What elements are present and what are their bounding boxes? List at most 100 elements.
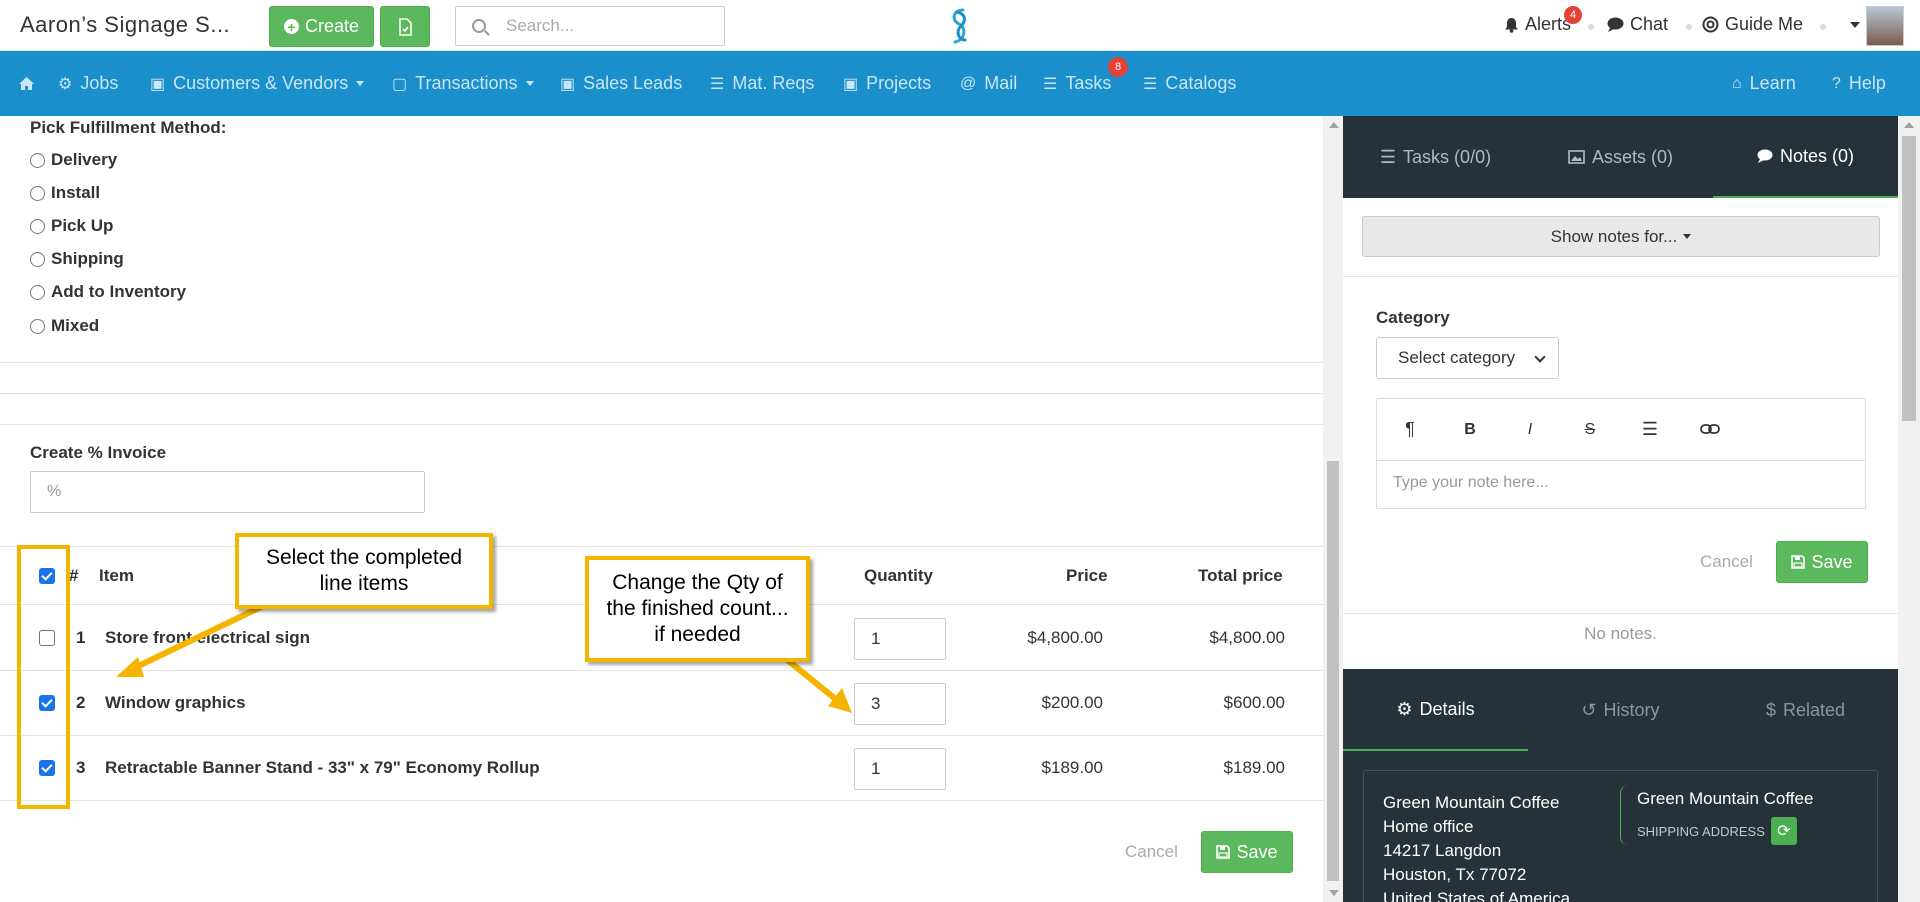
main-scrollbar[interactable] xyxy=(1323,116,1343,902)
nav-home[interactable] xyxy=(18,51,35,116)
create-label: Create xyxy=(304,16,360,36)
nav-projects-label: Projects xyxy=(866,73,932,93)
floppy-disk-icon xyxy=(1216,845,1231,859)
tab-details-label: Details xyxy=(1419,698,1475,719)
tasks-icon: ☰ xyxy=(1379,146,1397,167)
nav-mat-reqs[interactable]: ☰ Mat. Reqs xyxy=(710,51,814,116)
arrow-to-checkbox xyxy=(126,602,267,674)
category-label: Category xyxy=(1376,308,1450,327)
nav-transactions-label: Transactions xyxy=(415,73,518,93)
note-save-button[interactable]: Save xyxy=(1776,541,1868,583)
scroll-up-arrow-icon[interactable] xyxy=(1904,122,1914,128)
nav-transactions[interactable]: ▢ Transactions xyxy=(392,51,534,116)
tasks-count-badge: 8 xyxy=(1108,57,1128,77)
nav-help[interactable]: ? Help xyxy=(1832,51,1886,116)
scroll-down-arrow-icon[interactable] xyxy=(1329,890,1339,896)
category-select-value: Select category xyxy=(1398,348,1516,367)
plus-circle-icon: + xyxy=(283,19,299,34)
nav-catalogs[interactable]: ☰ Catalogs xyxy=(1143,51,1236,116)
note-cancel-button[interactable]: Cancel xyxy=(1700,552,1753,572)
user-menu-caret-icon[interactable] xyxy=(1850,22,1860,28)
show-notes-label: Show notes for... xyxy=(1550,226,1678,246)
category-select[interactable]: Select category xyxy=(1376,337,1559,379)
image-icon xyxy=(1568,150,1585,164)
search-icon xyxy=(472,19,486,33)
guide-me-menu[interactable]: Guide Me xyxy=(1702,14,1803,35)
italic-icon[interactable]: I xyxy=(1518,421,1542,439)
lifebuoy-icon xyxy=(1702,16,1719,33)
brand-logo[interactable] xyxy=(945,6,975,46)
side-panel-scrollbar[interactable] xyxy=(1898,116,1920,902)
shipping-address-row: SHIPPING ADDRESS ⟳ xyxy=(1637,817,1860,845)
history-icon: ↺ xyxy=(1581,699,1597,720)
separator-dot xyxy=(1588,24,1594,30)
briefcase-icon: ▣ xyxy=(150,75,166,93)
nav-mail[interactable]: @ Mail xyxy=(960,51,1017,116)
create-button[interactable]: + Create xyxy=(269,6,374,47)
nav-sales-leads[interactable]: ▣ Sales Leads xyxy=(560,51,682,116)
note-save-label: Save xyxy=(1811,551,1853,572)
tab-assets[interactable]: Assets (0) xyxy=(1528,116,1713,198)
nav-tasks[interactable]: ☰ Tasks xyxy=(1043,51,1111,116)
callout-select-items: Select the completed line items xyxy=(235,533,493,609)
nav-tasks-label: Tasks xyxy=(1065,73,1112,93)
divider xyxy=(1343,613,1898,614)
list-icon: ☰ xyxy=(710,75,725,93)
tab-notes[interactable]: Notes (0) xyxy=(1713,116,1898,198)
address-line: Houston, Tx 77072 xyxy=(1383,865,1527,884)
tab-notes-label: Notes (0) xyxy=(1779,145,1855,166)
nav-learn-label: Learn xyxy=(1749,73,1796,93)
scroll-up-arrow-icon[interactable] xyxy=(1329,122,1339,128)
address-card: Green Mountain Coffee Home office 14217 … xyxy=(1363,770,1878,902)
list-icon: ☰ xyxy=(1143,75,1158,93)
nav-customers-vendors[interactable]: ▣ Customers & Vendors xyxy=(150,51,365,116)
address-line: Green Mountain Coffee xyxy=(1383,793,1560,812)
note-text-input[interactable]: Type your note here... xyxy=(1393,474,1549,492)
refresh-icon[interactable]: ⟳ xyxy=(1770,817,1797,845)
at-icon: @ xyxy=(960,74,977,92)
search-box[interactable] xyxy=(455,6,725,46)
tab-tasks[interactable]: ☰ Tasks (0/0) xyxy=(1343,116,1528,198)
quick-document-button[interactable] xyxy=(380,6,430,47)
top-bar: Aaron’s Signage S... + Create Alerts 4 C… xyxy=(0,0,1920,51)
tab-history-label: History xyxy=(1603,699,1660,720)
bullet-list-icon[interactable]: ☰ xyxy=(1638,419,1662,440)
note-editor: ¶ B I S ☰ Type your note here... xyxy=(1376,398,1866,509)
paragraph-icon[interactable]: ¶ xyxy=(1398,419,1422,440)
app-title[interactable]: Aaron’s Signage S... xyxy=(20,12,230,38)
strikethrough-icon[interactable]: S xyxy=(1578,421,1602,439)
nav-sales-leads-label: Sales Leads xyxy=(583,73,683,93)
right-side-panel: ☰ Tasks (0/0) Assets (0) Notes (0) Show … xyxy=(1343,116,1898,902)
tab-related-label: Related xyxy=(1782,699,1846,720)
comment-icon xyxy=(1607,17,1624,32)
arrow-to-quantity xyxy=(783,655,840,704)
tab-details[interactable]: ⚙ Details xyxy=(1343,669,1528,751)
main-nav: ⚙ Jobs ▣ Customers & Vendors ▢ Transacti… xyxy=(0,51,1920,116)
nav-learn[interactable]: ⌂ Learn xyxy=(1732,51,1796,116)
user-avatar[interactable] xyxy=(1866,6,1904,46)
dollar-icon: $ xyxy=(1765,699,1776,720)
home-icon xyxy=(19,77,34,90)
nav-help-label: Help xyxy=(1848,73,1886,93)
callout-arrows xyxy=(116,602,852,713)
guide-me-label: Guide Me xyxy=(1725,14,1804,34)
bank-icon: ⌂ xyxy=(1732,74,1742,92)
scrollbar-thumb[interactable] xyxy=(1327,461,1339,881)
chat-menu[interactable]: Chat xyxy=(1607,14,1668,35)
cancel-button[interactable]: Cancel xyxy=(1125,842,1178,862)
search-input[interactable] xyxy=(506,16,706,36)
save-button[interactable]: Save xyxy=(1201,831,1293,873)
chevron-down-icon xyxy=(525,81,534,86)
callout-change-qty: Change the Qty of the finished count... … xyxy=(585,556,810,662)
scrollbar-thumb[interactable] xyxy=(1902,136,1916,421)
tab-related[interactable]: $ Related xyxy=(1713,669,1898,751)
nav-projects[interactable]: ▣ Projects xyxy=(843,51,931,116)
arrow-head xyxy=(116,657,144,677)
separator-dot xyxy=(1686,24,1692,30)
tab-history[interactable]: ↺ History xyxy=(1528,669,1713,751)
nav-jobs[interactable]: ⚙ Jobs xyxy=(58,51,118,116)
link-icon[interactable] xyxy=(1698,419,1722,440)
bold-icon[interactable]: B xyxy=(1458,421,1482,439)
show-notes-dropdown[interactable]: Show notes for... xyxy=(1362,216,1880,257)
alerts-menu[interactable]: Alerts xyxy=(1504,14,1571,35)
